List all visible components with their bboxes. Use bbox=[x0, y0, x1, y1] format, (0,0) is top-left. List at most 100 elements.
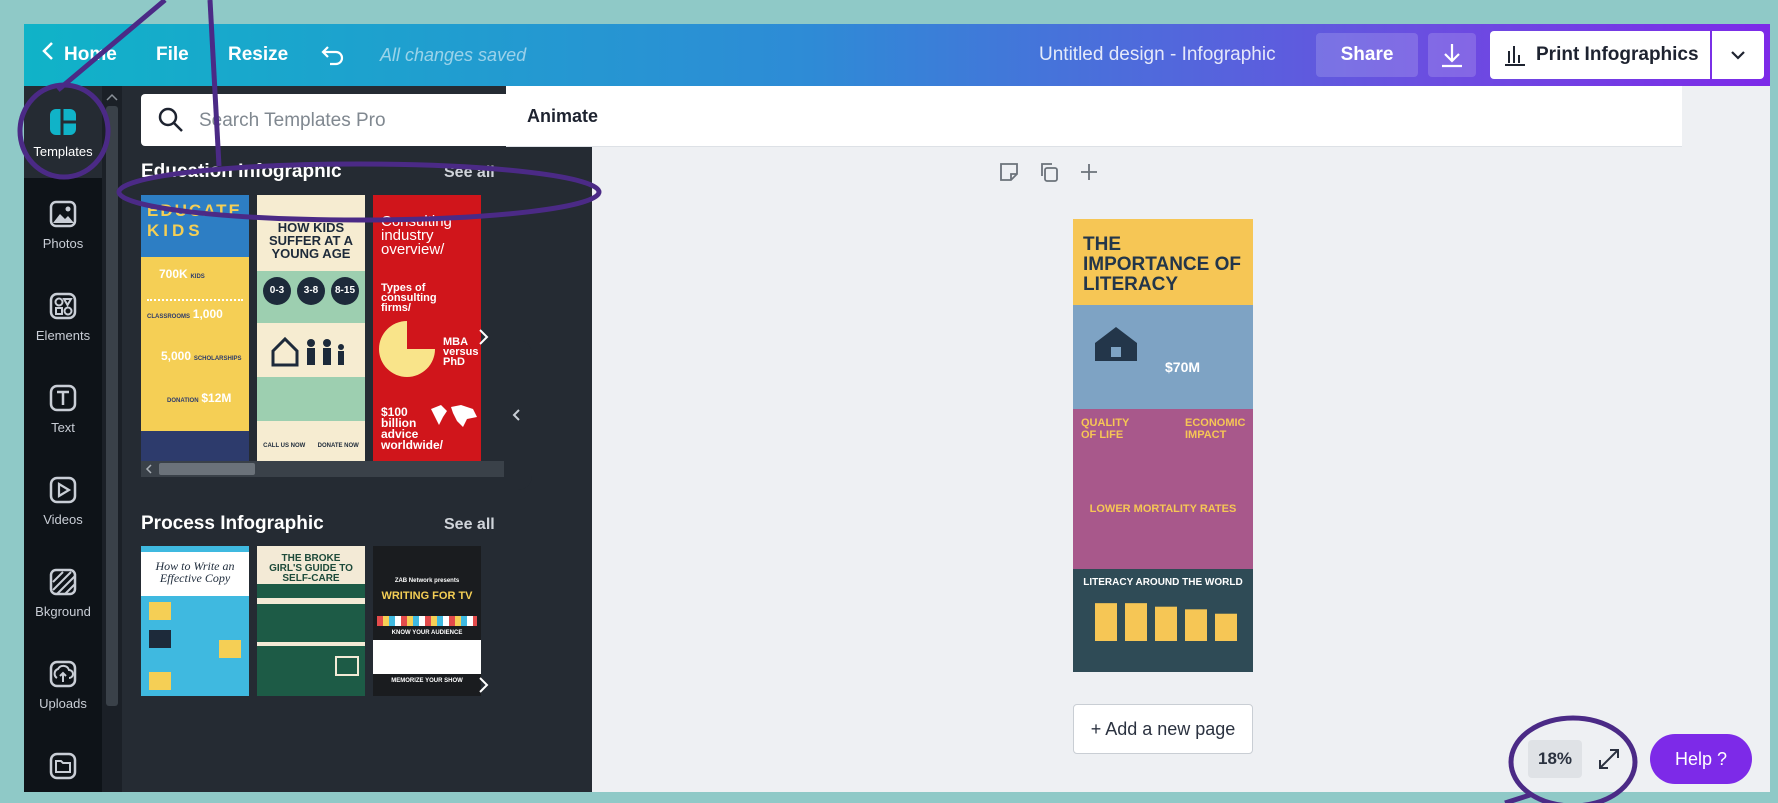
age-badge: 8-15 bbox=[331, 277, 359, 305]
fullscreen-button[interactable] bbox=[1594, 744, 1624, 774]
rail-folders[interactable] bbox=[24, 730, 102, 792]
house-family-illustration bbox=[271, 335, 351, 367]
rail-label: Uploads bbox=[39, 696, 87, 711]
rail-label: Bkground bbox=[35, 604, 91, 619]
template-thumb-writing-for-tv[interactable]: ZAB Network presents WRITING FOR TV KNOW… bbox=[373, 546, 481, 696]
undo-icon bbox=[321, 46, 344, 66]
rail-label: Videos bbox=[43, 512, 83, 527]
chevron-down-icon bbox=[1731, 51, 1745, 60]
stat-label: DONATION bbox=[167, 398, 199, 404]
rail-text[interactable]: Text bbox=[24, 362, 102, 454]
scroll-left-arrow-icon bbox=[145, 464, 152, 474]
rail-label: Photos bbox=[42, 236, 84, 251]
top-bar: Home File Resize All changes saved Untit… bbox=[24, 24, 1770, 86]
stat-value: 5,000 bbox=[161, 349, 192, 363]
scrollbar-thumb[interactable] bbox=[159, 463, 255, 475]
literacy-bar bbox=[1215, 613, 1237, 641]
see-all-process[interactable]: See all bbox=[444, 516, 495, 534]
template-thumb-self-care[interactable]: THE BROKE GIRL'S GUIDE TO SELF-CARE bbox=[257, 546, 365, 696]
thumb-heading: Consulting industry overview/ bbox=[381, 213, 452, 258]
template-thumb-educate-kids[interactable]: EDUCATE KIDS 700K KIDS CLASSROOMS 1,000 … bbox=[141, 195, 249, 461]
file-menu[interactable]: File bbox=[156, 24, 189, 86]
stat-value: 700K bbox=[159, 267, 188, 281]
app-window: Home File Resize All changes saved Untit… bbox=[24, 24, 1770, 792]
print-label: Print Infographics bbox=[1536, 44, 1699, 65]
duplicate-page-icon[interactable] bbox=[1037, 160, 1061, 184]
stat-label: CLASSROOMS bbox=[147, 314, 191, 320]
print-chart-icon bbox=[1505, 45, 1525, 66]
home-button[interactable]: Home bbox=[42, 24, 117, 86]
context-toolbar bbox=[506, 86, 1682, 147]
template-thumb-how-kids-suffer[interactable]: HOW KIDS SUFFER AT A YOUNG AGE 0-3 3-8 8… bbox=[257, 195, 365, 461]
expand-icon bbox=[1599, 749, 1619, 769]
template-thumb-effective-copy[interactable]: How to Write an Effective Copy bbox=[141, 546, 249, 696]
page-heading-economic: ECONOMIC IMPACT bbox=[1185, 417, 1246, 441]
templates-icon bbox=[50, 109, 76, 135]
literacy-bar-graphic bbox=[1095, 603, 1237, 641]
add-new-page-button[interactable]: + Add a new page bbox=[1073, 704, 1253, 754]
print-infographics-button[interactable]: Print Infographics bbox=[1490, 31, 1710, 79]
resize-button[interactable]: Resize bbox=[228, 24, 288, 86]
thumb-money: $100 billion advice worldwide/ bbox=[381, 405, 444, 452]
search-box[interactable] bbox=[141, 94, 548, 148]
elements-icon bbox=[49, 292, 77, 320]
age-badge: 3-8 bbox=[297, 277, 325, 305]
photos-icon bbox=[49, 200, 77, 228]
add-page-icon[interactable] bbox=[1077, 160, 1101, 184]
section-title-process: Process Infographic bbox=[141, 513, 324, 534]
thumb-donate: DONATE NOW bbox=[317, 443, 359, 449]
print-options-dropdown[interactable] bbox=[1712, 31, 1764, 79]
rail-videos[interactable]: Videos bbox=[24, 454, 102, 546]
folder-icon bbox=[49, 752, 77, 780]
tv-illustration bbox=[335, 656, 359, 676]
rail-uploads[interactable]: Uploads bbox=[24, 638, 102, 730]
scrollbar-thumb[interactable] bbox=[106, 106, 118, 706]
thumb-subheading: Types of consulting firms/ bbox=[381, 282, 437, 314]
carousel-next-button[interactable] bbox=[474, 322, 494, 352]
search-icon bbox=[158, 107, 183, 132]
rail-label: Elements bbox=[35, 328, 91, 343]
see-all-education[interactable]: See all bbox=[444, 164, 495, 182]
scroll-up-arrow-icon bbox=[106, 93, 118, 101]
collapse-panel-button[interactable] bbox=[504, 340, 532, 490]
pie-illustration bbox=[379, 321, 435, 377]
search-input[interactable] bbox=[197, 94, 501, 148]
help-button[interactable]: Help ? bbox=[1650, 734, 1752, 784]
template-thumb-consulting[interactable]: Consulting industry overview/ Types of c… bbox=[373, 195, 481, 461]
carousel-scrollbar[interactable] bbox=[141, 461, 523, 477]
stat-label: SCHOLARSHIPS bbox=[193, 356, 242, 362]
literacy-bar bbox=[1185, 609, 1207, 641]
note-icon[interactable] bbox=[997, 160, 1021, 184]
stat-value: $12M bbox=[201, 391, 232, 405]
page-actions bbox=[997, 160, 1137, 186]
chevron-right-icon bbox=[479, 329, 489, 345]
thumb-subheading: MEMORIZE YOUR SHOW bbox=[391, 678, 463, 684]
share-button[interactable]: Share bbox=[1316, 33, 1418, 77]
download-button[interactable] bbox=[1428, 33, 1476, 77]
carousel-next-button[interactable] bbox=[474, 670, 494, 700]
text-icon bbox=[49, 384, 77, 412]
rail-background[interactable]: Bkground bbox=[24, 546, 102, 638]
design-title[interactable]: Untitled design - Infographic bbox=[1039, 24, 1276, 86]
panel-scrollbar[interactable] bbox=[102, 86, 122, 792]
literacy-bar bbox=[1125, 603, 1147, 641]
thumb-heading: HOW KIDS SUFFER AT A YOUNG AGE bbox=[268, 220, 353, 261]
thumb-heading: EDUCATE bbox=[147, 201, 242, 220]
rail-templates[interactable]: Templates bbox=[24, 86, 102, 178]
rail-label: Templates bbox=[33, 144, 93, 159]
undo-button[interactable] bbox=[320, 24, 346, 86]
zoom-level[interactable]: 18% bbox=[1528, 740, 1582, 778]
save-status: All changes saved bbox=[380, 45, 527, 65]
age-badge: 0-3 bbox=[263, 277, 291, 305]
page-heading-world: LITERACY AROUND THE WORLD bbox=[1083, 577, 1243, 588]
animate-button[interactable]: Animate bbox=[527, 86, 598, 146]
page-heading-mortality: LOWER MORTALITY RATES bbox=[1089, 503, 1237, 515]
stat-label: KIDS bbox=[190, 274, 205, 280]
rail-elements[interactable]: Elements bbox=[24, 270, 102, 362]
side-rail: Templates Photos Elements Text Videos Bk… bbox=[24, 86, 102, 792]
rail-photos[interactable]: Photos bbox=[24, 178, 102, 270]
design-page[interactable]: THE IMPORTANCE OF LITERACY $70M QUALITY … bbox=[1073, 219, 1253, 672]
chevron-left-icon bbox=[42, 24, 54, 86]
uploads-icon bbox=[49, 660, 77, 688]
thumb-heading: KIDS bbox=[147, 221, 204, 240]
